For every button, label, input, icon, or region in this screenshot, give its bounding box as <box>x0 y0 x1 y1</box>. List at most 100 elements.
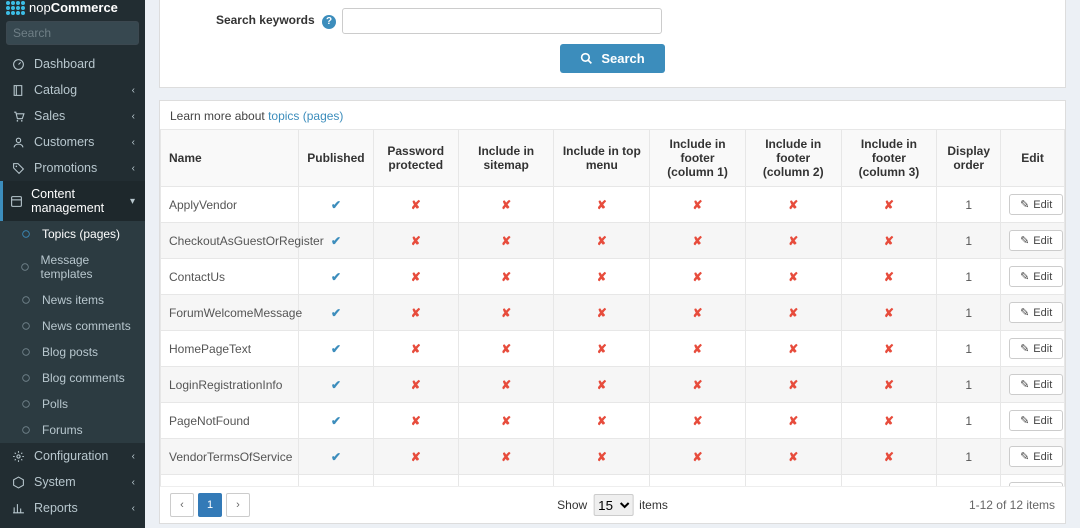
cms-icon <box>10 195 23 208</box>
sidebar-item-label: Topics (pages) <box>42 227 120 241</box>
edit-button[interactable]: ✎Edit <box>1009 338 1063 359</box>
sidebar-subitem-topics-pages-[interactable]: Topics (pages) <box>0 221 145 247</box>
cell-edit: ✎Edit <box>1001 295 1065 331</box>
sidebar-search[interactable] <box>6 21 139 45</box>
sidebar-subitem-forums[interactable]: Forums <box>0 417 145 443</box>
sidebar-subitem-polls[interactable]: Polls <box>0 391 145 417</box>
cell-password: ✘ <box>373 439 458 475</box>
sidebar-item-reports[interactable]: Reports‹ <box>0 495 145 521</box>
edit-button[interactable]: ✎Edit <box>1009 266 1063 287</box>
learn-more-link[interactable]: topics (pages) <box>268 109 343 123</box>
table-row: ShippingInfo✔✘✔✘✔✘✘5✎Edit <box>161 475 1065 487</box>
cell-footer2: ✘ <box>745 403 841 439</box>
sidebar-item-label: Sales <box>34 109 65 123</box>
sidebar-item-system[interactable]: System‹ <box>0 469 145 495</box>
pager-page-1-button[interactable]: 1 <box>198 493 222 517</box>
cross-icon: ✘ <box>597 270 607 284</box>
cell-password: ✘ <box>373 331 458 367</box>
check-icon: ✔ <box>331 270 341 284</box>
cross-icon: ✘ <box>884 306 894 320</box>
sidebar-subitem-blog-comments[interactable]: Blog comments <box>0 365 145 391</box>
cell-footer2: ✘ <box>745 475 841 487</box>
cross-icon: ✘ <box>411 450 421 464</box>
sidebar-item-dashboard[interactable]: Dashboard <box>0 51 145 77</box>
cross-icon: ✘ <box>411 306 421 320</box>
chevron-left-icon: ‹ <box>132 111 135 122</box>
cell-footer1: ✘ <box>650 187 746 223</box>
pencil-icon: ✎ <box>1020 342 1029 355</box>
cog-icon <box>10 450 26 463</box>
sidebar-subitem-news-comments[interactable]: News comments <box>0 313 145 339</box>
cell-footer3: ✘ <box>841 259 937 295</box>
cross-icon: ✘ <box>788 378 798 392</box>
check-icon: ✔ <box>331 234 341 248</box>
sidebar-item-label: Catalog <box>34 83 77 97</box>
cell-published: ✔ <box>299 331 373 367</box>
sidebar-item-configuration[interactable]: Configuration‹ <box>0 443 145 469</box>
pager-size-select[interactable]: 15 <box>593 494 633 516</box>
pager: ‹ 1 › Show 15 items 1-12 of 12 items <box>160 486 1065 523</box>
search-keywords-label: Search keywords ? <box>172 13 342 29</box>
cell-published: ✔ <box>299 295 373 331</box>
edit-button[interactable]: ✎Edit <box>1009 410 1063 431</box>
sidebar-item-catalog[interactable]: Catalog‹ <box>0 77 145 103</box>
help-icon[interactable]: ? <box>322 15 336 29</box>
circle-icon <box>18 399 34 409</box>
sidebar-subitem-blog-posts[interactable]: Blog posts <box>0 339 145 365</box>
cross-icon: ✘ <box>788 234 798 248</box>
pager-prev-button[interactable]: ‹ <box>170 493 194 517</box>
learn-more: Learn more about topics (pages) <box>160 101 1065 129</box>
pager-next-button[interactable]: › <box>226 493 250 517</box>
cell-name: CheckoutAsGuestOrRegister <box>161 223 299 259</box>
cross-icon: ✘ <box>597 234 607 248</box>
edit-button[interactable]: ✎Edit <box>1009 302 1063 323</box>
sidebar-item-help[interactable]: ?Help‹ <box>0 521 145 528</box>
cell-sitemap: ✘ <box>458 223 554 259</box>
sidebar-item-label: Blog comments <box>42 371 125 385</box>
edit-button[interactable]: ✎Edit <box>1009 230 1063 251</box>
sidebar-item-promotions[interactable]: Promotions‹ <box>0 155 145 181</box>
chevron-left-icon: ‹ <box>132 137 135 148</box>
cross-icon: ✘ <box>501 198 511 212</box>
cell-footer3: ✘ <box>841 475 937 487</box>
search-keywords-input[interactable] <box>342 8 662 34</box>
chevron-down-icon: ▾ <box>130 196 135 207</box>
search-button[interactable]: Search <box>560 44 664 73</box>
main-content: Search keywords ? Search Learn more abou… <box>145 0 1080 528</box>
edit-button[interactable]: ✎Edit <box>1009 446 1063 467</box>
check-icon: ✔ <box>331 450 341 464</box>
cell-published: ✔ <box>299 367 373 403</box>
cell-topmenu: ✘ <box>554 259 650 295</box>
cell-password: ✘ <box>373 187 458 223</box>
cell-footer3: ✘ <box>841 403 937 439</box>
sidebar-subitem-message-templates[interactable]: Message templates <box>0 247 145 287</box>
sidebar-item-label: News comments <box>42 319 131 333</box>
cell-footer2: ✘ <box>745 439 841 475</box>
cross-icon: ✘ <box>884 234 894 248</box>
edit-button[interactable]: ✎Edit <box>1009 374 1063 395</box>
cross-icon: ✘ <box>788 450 798 464</box>
cell-sitemap: ✘ <box>458 295 554 331</box>
cross-icon: ✘ <box>501 270 511 284</box>
cell-footer3: ✘ <box>841 223 937 259</box>
cell-name: LoginRegistrationInfo <box>161 367 299 403</box>
cell-footer1: ✔ <box>650 475 746 487</box>
cross-icon: ✘ <box>597 306 607 320</box>
cross-icon: ✘ <box>884 414 894 428</box>
cross-icon: ✘ <box>597 450 607 464</box>
cell-name: VendorTermsOfService <box>161 439 299 475</box>
sidebar-item-sales[interactable]: Sales ‹ <box>0 103 145 129</box>
cell-sitemap: ✘ <box>458 439 554 475</box>
cell-edit: ✎Edit <box>1001 475 1065 487</box>
edit-button[interactable]: ✎Edit <box>1009 194 1063 215</box>
sidebar-subitem-news-items[interactable]: News items <box>0 287 145 313</box>
book-icon <box>10 84 26 97</box>
cell-footer3: ✘ <box>841 295 937 331</box>
chart-icon <box>10 502 26 515</box>
sidebar-item-label: Polls <box>42 397 68 411</box>
cross-icon: ✘ <box>884 450 894 464</box>
sidebar-item-customers[interactable]: Customers‹ <box>0 129 145 155</box>
col-header: Edit <box>1001 130 1065 187</box>
cell-published: ✔ <box>299 439 373 475</box>
sidebar-item-content-management[interactable]: Content management▾ <box>0 181 145 221</box>
